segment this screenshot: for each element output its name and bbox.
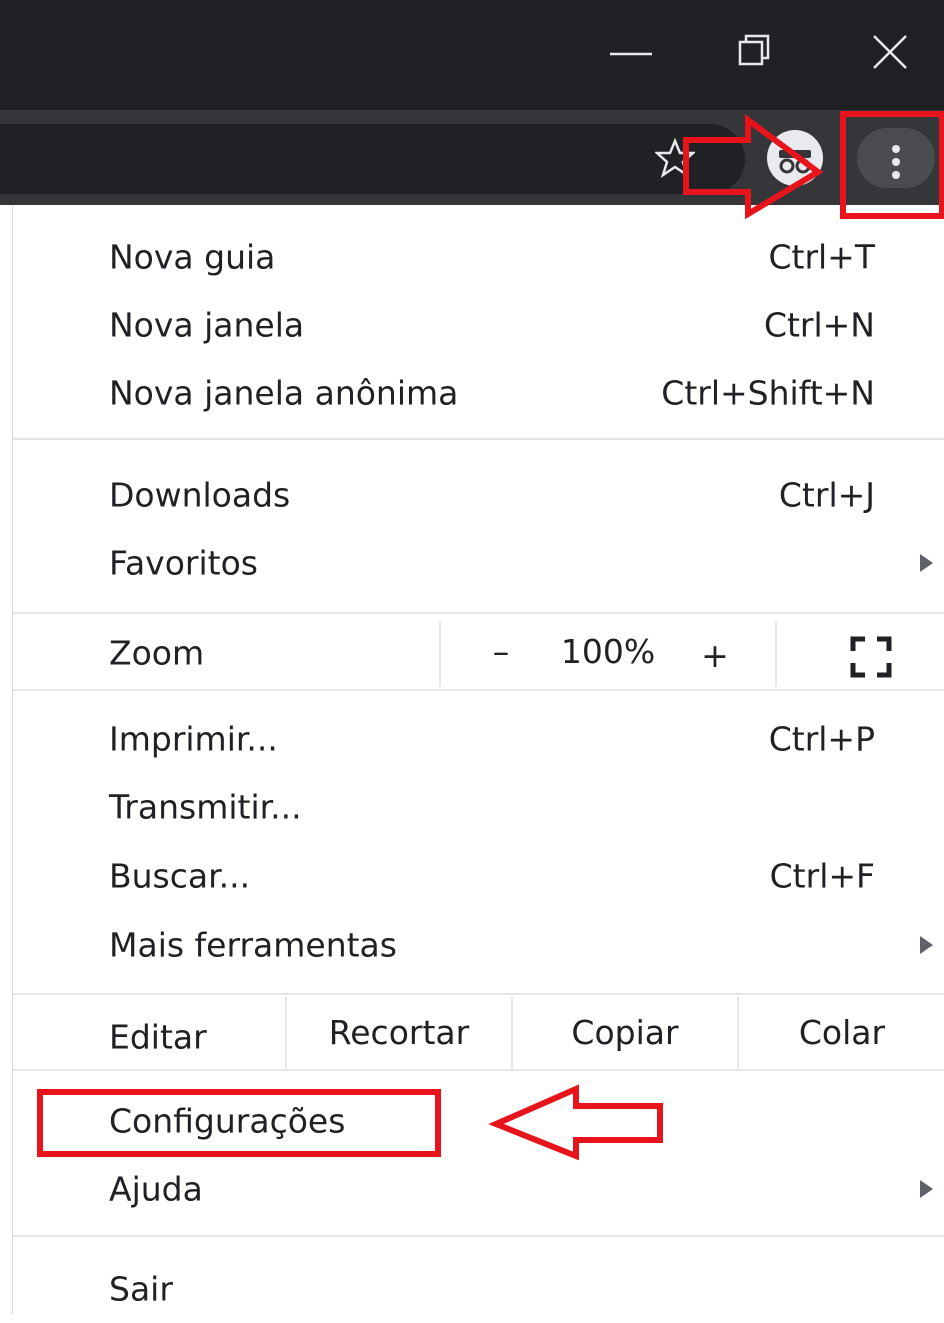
close-button[interactable] — [860, 22, 920, 82]
fullscreen-icon — [850, 636, 892, 678]
menu-item-label: Favoritos — [109, 543, 258, 583]
star-icon — [653, 137, 697, 178]
menu-item-sair[interactable]: Sair — [13, 1255, 944, 1323]
zoom-out-button[interactable]: – — [481, 627, 521, 677]
restore-icon — [738, 34, 770, 66]
window-title-bar — [0, 0, 944, 110]
edit-row: Editar Recortar Copiar Colar — [13, 997, 944, 1069]
menu-item-transmitir[interactable]: Transmitir... — [13, 773, 944, 841]
menu-separator — [13, 438, 944, 440]
zoom-divider — [775, 621, 777, 687]
bookmark-star-button[interactable] — [653, 137, 697, 178]
menu-separator — [13, 689, 944, 691]
fullscreen-button[interactable] — [849, 635, 893, 679]
address-bar[interactable] — [0, 124, 745, 194]
minimize-icon — [610, 52, 652, 56]
menu-item-imprimir[interactable]: Imprimir... Ctrl+P — [13, 705, 944, 773]
menu-item-label: Nova janela anônima — [109, 373, 459, 413]
browser-toolbar — [0, 110, 944, 205]
menu-separator — [13, 1069, 944, 1071]
menu-item-label: Ajuda — [109, 1169, 203, 1209]
menu-item-shortcut: Ctrl+T — [768, 237, 875, 277]
cut-button[interactable]: Recortar — [287, 997, 511, 1069]
menu-item-label: Imprimir... — [109, 719, 278, 759]
menu-item-label: Transmitir... — [109, 787, 302, 827]
menu-item-label: Configurações — [109, 1101, 346, 1141]
minimize-button[interactable] — [600, 22, 660, 82]
zoom-label: Zoom — [109, 633, 205, 673]
menu-item-label: Buscar... — [109, 856, 251, 896]
menu-item-favoritos[interactable]: Favoritos — [13, 529, 944, 597]
menu-item-mais-ferramentas[interactable]: Mais ferramentas — [13, 911, 944, 979]
menu-item-label: Nova guia — [109, 237, 276, 277]
menu-item-nova-guia[interactable]: Nova guia Ctrl+T — [13, 223, 944, 291]
menu-separator — [13, 612, 944, 614]
more-menu-button[interactable] — [857, 128, 935, 188]
menu-item-downloads[interactable]: Downloads Ctrl+J — [13, 461, 944, 529]
menu-item-shortcut: Ctrl+Shift+N — [661, 373, 875, 413]
menu-separator — [13, 993, 944, 995]
profile-button[interactable] — [765, 128, 825, 188]
menu-item-shortcut: Ctrl+J — [778, 475, 875, 515]
paste-button[interactable]: Colar — [739, 997, 944, 1069]
menu-item-shortcut: Ctrl+P — [768, 719, 875, 759]
menu-item-nova-janela[interactable]: Nova janela Ctrl+N — [13, 291, 944, 359]
zoom-divider — [439, 621, 441, 687]
restore-button[interactable] — [722, 22, 782, 82]
chrome-main-menu: Nova guia Ctrl+T Nova janela Ctrl+N Nova… — [12, 205, 944, 1314]
menu-separator — [13, 1235, 944, 1237]
menu-item-shortcut: Ctrl+N — [763, 305, 875, 345]
edit-label: Editar — [109, 1017, 207, 1057]
zoom-in-button[interactable]: + — [695, 631, 735, 681]
profile-icon — [767, 130, 823, 186]
copy-button[interactable]: Copiar — [513, 997, 737, 1069]
menu-item-ajuda[interactable]: Ajuda — [13, 1155, 944, 1223]
chevron-right-icon — [920, 936, 933, 954]
menu-item-buscar[interactable]: Buscar... Ctrl+F — [13, 842, 944, 910]
menu-item-label: Nova janela — [109, 305, 305, 345]
zoom-row: Zoom – 100% + — [13, 617, 944, 689]
menu-item-configuracoes[interactable]: Configurações — [13, 1087, 944, 1155]
chevron-right-icon — [920, 554, 933, 572]
menu-item-nova-janela-anonima[interactable]: Nova janela anônima Ctrl+Shift+N — [13, 359, 944, 427]
close-icon — [873, 35, 907, 69]
menu-item-label: Mais ferramentas — [109, 925, 397, 965]
chevron-right-icon — [920, 1180, 933, 1198]
menu-item-shortcut: Ctrl+F — [769, 856, 875, 896]
menu-item-label: Sair — [109, 1269, 173, 1309]
menu-item-label: Downloads — [109, 475, 291, 515]
zoom-level: 100% — [560, 632, 656, 671]
